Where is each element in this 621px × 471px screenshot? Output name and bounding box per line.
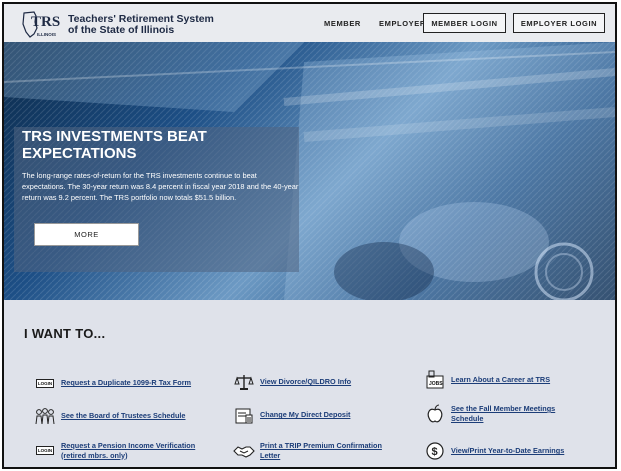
- quick-link-label[interactable]: Change My Direct Deposit: [260, 410, 350, 420]
- quick-link-duplicate-1099r[interactable]: LOGIN Request a Duplicate 1099-R Tax For…: [34, 374, 191, 392]
- login-badge-icon: LOGIN: [34, 374, 56, 392]
- quick-link-ytd-earnings[interactable]: $ View/Print Year-to-Date Earnings: [424, 442, 564, 460]
- scales-icon: [233, 373, 255, 391]
- page-frame: TRS ILLINOIS Teachers' Retirement System…: [2, 2, 617, 469]
- quick-link-label[interactable]: See the Board of Trustees Schedule: [61, 411, 186, 421]
- quick-link-divorce-info[interactable]: View Divorce/QILDRO Info: [233, 373, 351, 391]
- login-badge-text: LOGIN: [35, 378, 55, 388]
- quick-link-label[interactable]: View Divorce/QILDRO Info: [260, 377, 351, 387]
- member-login-button[interactable]: MEMBER LOGIN: [423, 13, 506, 33]
- quick-links-section: I WANT TO... LOGIN Request a Duplicate 1…: [4, 300, 615, 467]
- quick-link-label[interactable]: Print a TRIP Premium Confirmation Letter: [260, 441, 395, 460]
- jobs-icon: JOBS: [424, 370, 446, 389]
- people-icon: [34, 407, 56, 425]
- hero-banner: TRS INVESTMENTS BEAT EXPECTATIONS The lo…: [4, 42, 615, 300]
- login-badge-icon: LOGIN: [34, 442, 56, 460]
- more-button[interactable]: MORE: [34, 223, 139, 246]
- quick-link-income-verification[interactable]: LOGIN Request a Pension Income Verificat…: [34, 441, 211, 460]
- apple-icon: [424, 404, 446, 423]
- quick-link-label[interactable]: View/Print Year-to-Date Earnings: [451, 446, 564, 456]
- quick-link-label[interactable]: Learn About a Career at TRS: [451, 375, 550, 385]
- quick-link-label[interactable]: Request a Pension Income Verification (r…: [61, 441, 211, 460]
- logo-text: TRS: [31, 14, 60, 30]
- trs-logo[interactable]: TRS ILLINOIS: [20, 10, 68, 38]
- login-badge-text: LOGIN: [35, 446, 55, 455]
- svg-text:$: $: [432, 446, 438, 458]
- quick-link-direct-deposit[interactable]: Change My Direct Deposit: [233, 406, 350, 424]
- handshake-icon: [233, 442, 255, 460]
- nav-member[interactable]: MEMBER: [324, 19, 361, 28]
- quick-links-title: I WANT TO...: [24, 326, 106, 341]
- hero-body: The long-range rates-of-return for the T…: [22, 171, 299, 203]
- employer-login-button[interactable]: EMPLOYER LOGIN: [513, 13, 605, 33]
- bank-icon: [233, 406, 255, 424]
- quick-link-trip-letter[interactable]: Print a TRIP Premium Confirmation Letter: [233, 441, 395, 460]
- quick-link-board-schedule[interactable]: See the Board of Trustees Schedule: [34, 407, 186, 425]
- dollar-icon: $: [424, 442, 446, 460]
- org-line-2: of the State of Illinois: [68, 23, 175, 36]
- nav-employer[interactable]: EMPLOYER: [379, 19, 426, 28]
- site-header: TRS ILLINOIS Teachers' Retirement System…: [4, 4, 615, 42]
- hero-headline: TRS INVESTMENTS BEAT EXPECTATIONS: [22, 128, 207, 162]
- org-line-1: Teachers' Retirement System: [68, 13, 214, 25]
- logo-sub: ILLINOIS: [37, 32, 56, 37]
- jobs-text: JOBS: [429, 381, 443, 387]
- org-name: Teachers' Retirement System of the State…: [68, 14, 214, 35]
- quick-link-careers[interactable]: JOBS Learn About a Career at TRS: [424, 370, 550, 389]
- quick-link-label[interactable]: Request a Duplicate 1099-R Tax Form: [61, 378, 191, 388]
- quick-link-label[interactable]: See the Fall Member Meetings Schedule: [451, 404, 576, 423]
- quick-link-fall-meetings[interactable]: See the Fall Member Meetings Schedule: [424, 404, 576, 423]
